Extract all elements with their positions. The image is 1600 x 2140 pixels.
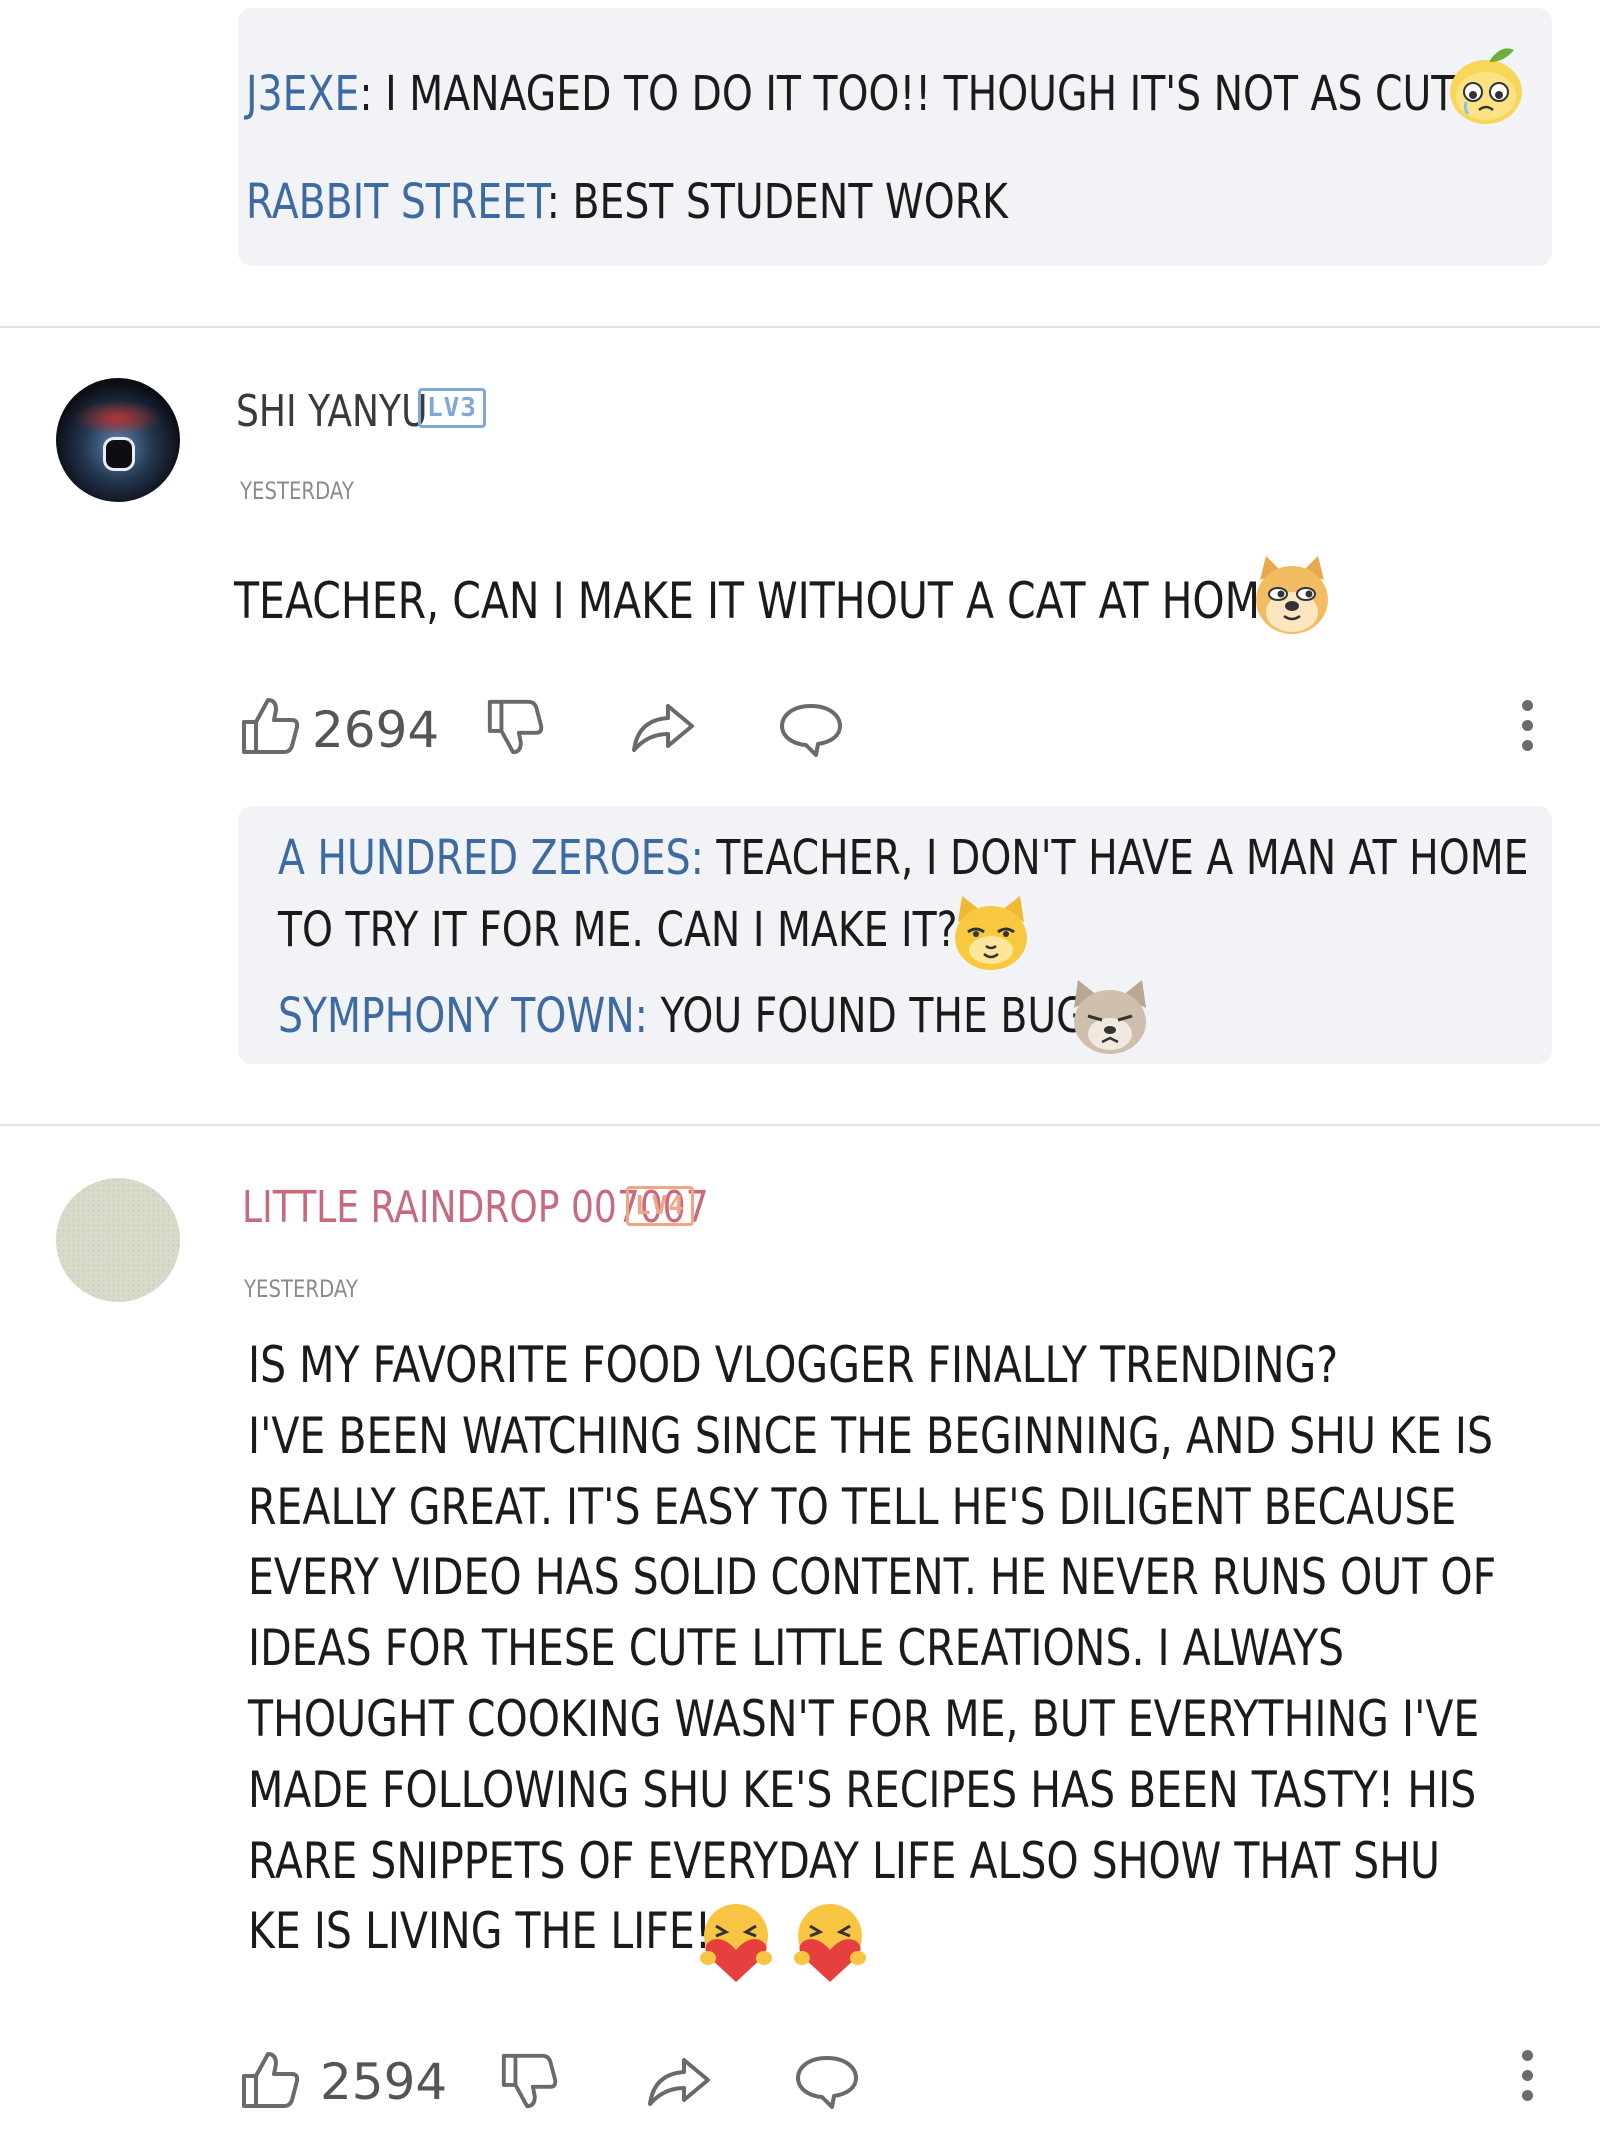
divider [0, 1124, 1600, 1126]
timestamp: YESTERDAY [240, 477, 354, 505]
thumbs-down-icon[interactable] [498, 2050, 560, 2112]
reply-line: RABBIT STREET: BEST STUDENT WORK [246, 170, 1175, 234]
doge-emoji [1256, 556, 1328, 634]
level-badge: LV3 [418, 388, 486, 428]
avatar[interactable] [56, 1178, 180, 1302]
smug-cat-emoji [955, 896, 1027, 970]
reply-text: YOU FOUND THE BUG [647, 988, 1087, 1044]
heart-hug-emoji [794, 1904, 866, 1982]
thumbs-up-icon[interactable] [238, 694, 302, 758]
share-icon[interactable] [630, 700, 696, 754]
reply-text: TEACHER, I DON'T HAVE A MAN AT HOME [703, 830, 1529, 886]
timestamp: YESTERDAY [244, 1275, 358, 1303]
like-count: 2694 [312, 701, 440, 759]
reply-box-top: J3EXE: I MANAGED TO DO IT TOO!! THOUGH I… [238, 8, 1552, 266]
reply-box: A HUNDRED ZEROES: TEACHER, I DON'T HAVE … [238, 806, 1552, 1064]
comment-text: IS MY FAVORITE FOOD VLOGGER FINALLY TREN… [248, 1336, 1497, 1961]
reply-line: A HUNDRED ZEROES: TEACHER, I DON'T HAVE … [278, 826, 1600, 890]
like-count: 2594 [320, 2053, 448, 2111]
reply-text: : BEST STUDENT WORK [546, 174, 1008, 230]
thumbs-down-icon[interactable] [484, 696, 546, 758]
comment-text: TEACHER, CAN I MAKE IT WITHOUT A CAT AT … [234, 572, 1308, 630]
reply-author[interactable]: A HUNDRED ZEROES: [278, 830, 704, 886]
username[interactable]: LITTLE RAINDROP 007007 [242, 1180, 811, 1236]
reply-author[interactable]: SYMPHONY TOWN: [278, 988, 648, 1044]
thumbs-up-icon[interactable] [238, 2048, 302, 2112]
divider [0, 326, 1600, 328]
crying-lemon-emoji [1450, 48, 1522, 124]
share-icon[interactable] [646, 2054, 712, 2108]
level-badge: LV4 [626, 1186, 694, 1226]
wolf-emoji [1074, 980, 1146, 1054]
heart-hug-emoji [700, 1904, 772, 1982]
reply-text: : I MANAGED TO DO IT TOO!! THOUGH IT'S N… [359, 66, 1481, 122]
more-icon[interactable] [1520, 696, 1534, 756]
avatar[interactable] [56, 378, 180, 502]
reply-icon[interactable] [794, 2052, 860, 2110]
reply-line: J3EXE: I MANAGED TO DO IT TOO!! THOUGH I… [246, 62, 1600, 126]
reply-author[interactable]: J3EXE [246, 66, 359, 122]
more-icon[interactable] [1520, 2046, 1534, 2106]
reply-author[interactable]: RABBIT STREET [246, 174, 547, 230]
reply-icon[interactable] [778, 700, 844, 758]
